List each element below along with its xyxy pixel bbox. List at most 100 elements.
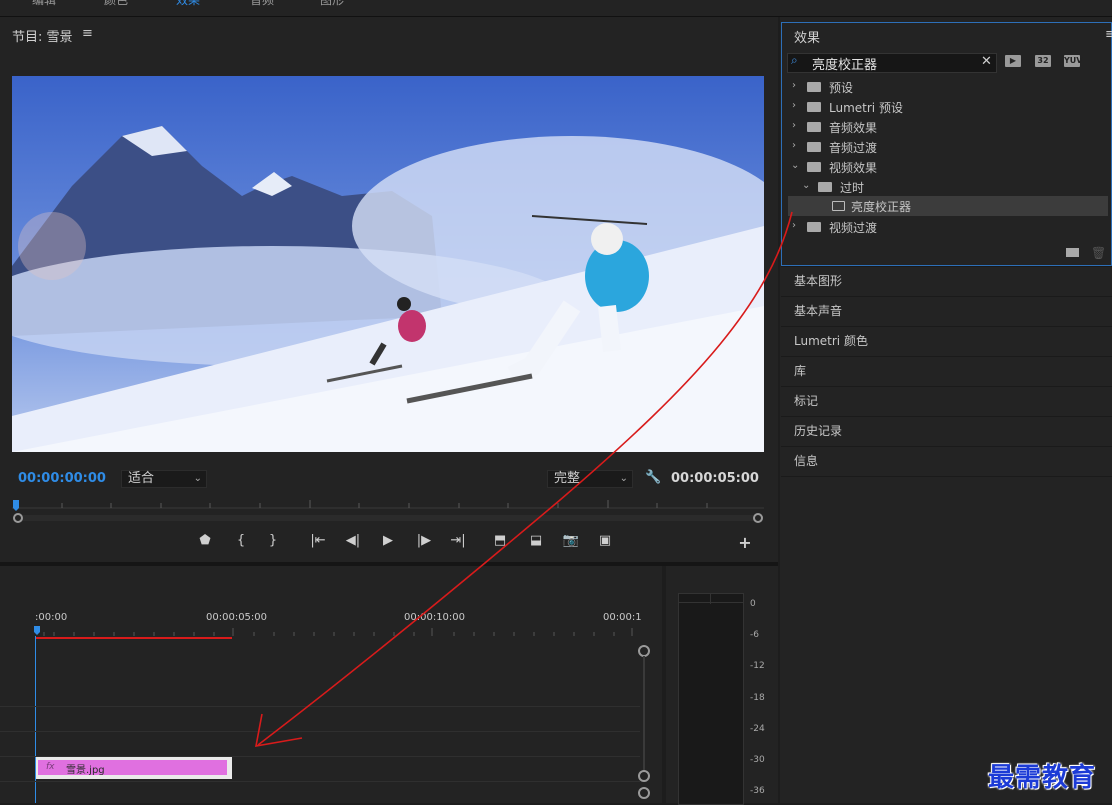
tree-item-video-effects[interactable]: ⌄ 视频效果 [788, 157, 1108, 177]
duration-timecode: 00:00:05:00 [671, 471, 759, 486]
db-label: -36 [750, 786, 765, 796]
chevron-right-icon: › [792, 80, 796, 91]
folder-icon [807, 142, 821, 152]
tree-item-label: 视频效果 [829, 161, 878, 175]
ruler-label-5s: 00:00:05:00 [206, 612, 268, 623]
tree-item-label: 视频过渡 [829, 221, 878, 235]
effect-icon [832, 201, 845, 211]
timeline-scroll-handle[interactable] [638, 787, 650, 799]
folder-icon [807, 162, 821, 172]
yuv-effects-icon[interactable]: YUV [1064, 55, 1082, 67]
tree-item-lumetri-presets[interactable]: › Lumetri 预设 [788, 97, 1108, 117]
tree-item-luma-corrector[interactable]: 亮度校正器 [788, 196, 1108, 216]
timeline-clip[interactable]: fx 雪景.jpg [36, 757, 232, 779]
hamburger-menu-icon[interactable]: ≡ [82, 26, 93, 41]
tree-item-label: 音频效果 [829, 121, 878, 135]
panel-essential-sound[interactable]: 基本声音 [781, 296, 1112, 326]
effects-panel-title[interactable]: 效果 [794, 27, 820, 46]
workspace-tab-edit[interactable]: 编辑 [32, 0, 56, 8]
ski-scene-image [12, 76, 764, 452]
wrench-icon[interactable]: 🔧 [645, 470, 661, 485]
watermark-logo: 最需教育 [988, 763, 1097, 793]
timeline-ruler[interactable] [34, 624, 642, 640]
clip-body: fx 雪景.jpg [38, 760, 227, 776]
db-label: -18 [750, 693, 765, 703]
folder-icon [807, 222, 821, 232]
db-label: -12 [750, 661, 765, 671]
folder-star-icon [807, 102, 821, 112]
chevron-down-icon: ⌄ [802, 180, 811, 191]
step-back-icon[interactable]: ◀| [343, 533, 363, 553]
chevron-down-icon: ⌄ [619, 473, 628, 484]
chevron-right-icon: › [792, 220, 796, 231]
chevron-right-icon: › [792, 120, 796, 131]
compare-icon[interactable]: ▣ [595, 533, 615, 553]
tree-item-label: 预设 [829, 81, 854, 95]
workspace-tab-graphics[interactable]: 图形 [320, 0, 344, 8]
fit-value: 适合 [128, 471, 155, 486]
program-monitor-title[interactable]: 节目: 雪景 [12, 26, 73, 45]
quality-value: 完整 [554, 471, 581, 486]
new-folder-icon[interactable] [1066, 248, 1079, 257]
chevron-down-icon: ⌄ [193, 473, 202, 484]
panel-essential-graphics[interactable]: 基本图形 [781, 266, 1112, 296]
fit-dropdown[interactable]: 适合 ⌄ [121, 470, 207, 488]
current-timecode[interactable]: 00:00:00:00 [18, 471, 106, 486]
workspace-tab-effects[interactable]: 效果 [176, 0, 200, 8]
db-label: -6 [750, 630, 759, 640]
ruler-label-0: :00:00 [35, 612, 68, 623]
timeline-scrollbar[interactable] [643, 656, 645, 770]
clear-search-icon[interactable]: ✕ [981, 54, 992, 69]
workspace-tab-bar: 编辑 颜色 效果 音频 图形 [0, 0, 1112, 17]
program-mini-ruler[interactable] [12, 497, 764, 527]
track-divider [0, 731, 640, 732]
trash-icon[interactable]: 🗑 [1091, 246, 1106, 260]
chevron-right-icon: › [792, 140, 796, 151]
folder-icon [818, 182, 832, 192]
ruler-label-10s: 00:00:10:00 [404, 612, 466, 623]
workspace-tab-color[interactable]: 颜色 [104, 0, 128, 8]
folder-star-icon [807, 82, 821, 92]
db-label: -24 [750, 724, 765, 734]
button-editor-add[interactable]: + [736, 533, 754, 553]
timeline-scroll-handle[interactable] [638, 770, 650, 782]
chevron-right-icon: › [792, 100, 796, 111]
lift-icon[interactable]: ⬒ [490, 533, 510, 553]
panel-libraries[interactable]: 库 [781, 356, 1112, 386]
track-divider [0, 706, 640, 707]
chevron-down-icon: ⌄ [791, 160, 800, 171]
export-frame-icon[interactable]: 📷 [561, 533, 581, 553]
tree-item-audio-transitions[interactable]: › 音频过渡 [788, 137, 1108, 157]
32bit-effects-icon[interactable]: 32 [1035, 55, 1051, 67]
tree-item-presets[interactable]: › 预设 [788, 77, 1108, 97]
add-marker-icon[interactable]: ⬟ [196, 533, 214, 553]
step-forward-icon[interactable]: |▶ [414, 533, 434, 553]
panel-lumetri-color[interactable]: Lumetri 颜色 [781, 326, 1112, 356]
tree-item-audio-effects[interactable]: › 音频效果 [788, 117, 1108, 137]
mark-in-icon[interactable]: { [233, 533, 249, 553]
panel-info[interactable]: 信息 [781, 446, 1112, 477]
tree-item-label: Lumetri 预设 [829, 101, 903, 115]
tree-item-label: 音频过渡 [829, 141, 878, 155]
quality-dropdown[interactable]: 完整 ⌄ [547, 470, 633, 488]
mark-out-icon[interactable]: } [265, 533, 281, 553]
play-icon[interactable]: ▶ [379, 533, 397, 553]
accelerated-effects-icon[interactable]: ▶ [1005, 55, 1021, 67]
hamburger-menu-icon[interactable]: ≡ [1105, 27, 1112, 42]
tree-item-label: 亮度校正器 [851, 200, 912, 214]
go-to-out-icon[interactable]: ⇥| [448, 533, 468, 553]
tree-item-video-transitions[interactable]: › 视频过渡 [788, 217, 1108, 237]
panel-markers[interactable]: 标记 [781, 386, 1112, 416]
go-to-in-icon[interactable]: |⇤ [308, 533, 328, 553]
track-divider [0, 781, 640, 782]
search-icon: ⌕ [791, 53, 798, 67]
tree-item-label: 过时 [840, 181, 865, 195]
panel-history[interactable]: 历史记录 [781, 416, 1112, 446]
tree-item-obsolete[interactable]: ⌄ 过时 [788, 177, 1108, 197]
search-value: 亮度校正器 [812, 58, 878, 73]
workspace-tab-audio[interactable]: 音频 [250, 0, 274, 8]
db-label: -30 [750, 755, 765, 765]
extract-icon[interactable]: ⬓ [526, 533, 546, 553]
ruler-label-15s: 00:00:1 [603, 612, 642, 623]
video-frame [12, 76, 764, 452]
